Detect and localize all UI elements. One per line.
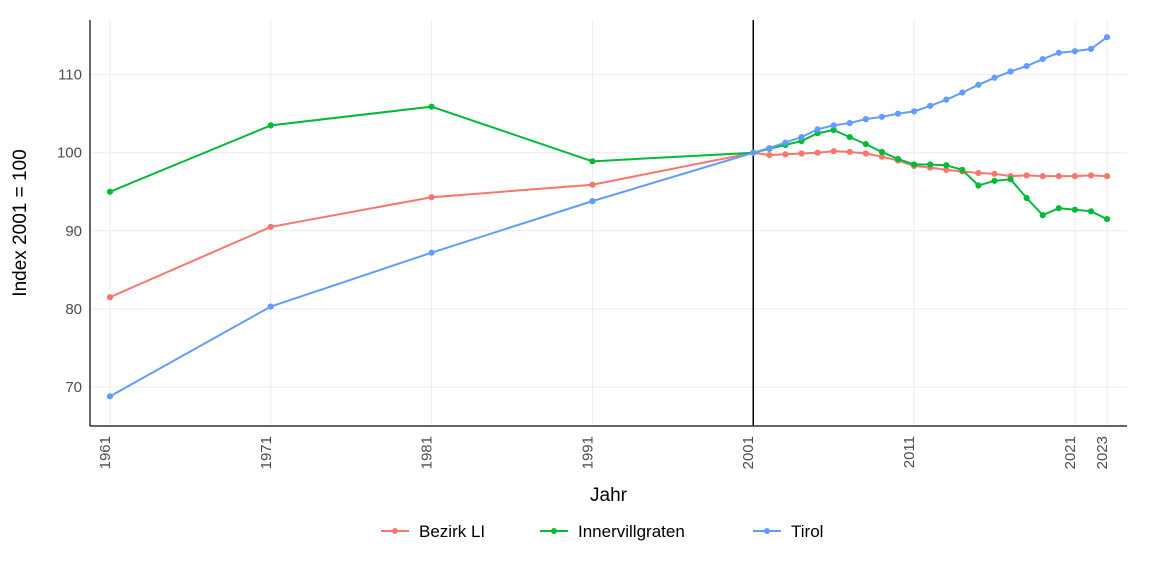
x-tick-label: 2023 xyxy=(1094,436,1111,469)
legend: Bezirk LI Innervillgraten Tirol xyxy=(381,522,823,541)
legend-item-innervillgraten: Innervillgraten xyxy=(540,522,685,541)
legend-label: Innervillgraten xyxy=(578,522,685,541)
legend-item-bezirk-li: Bezirk LI xyxy=(381,522,485,541)
y-tick-label: 100 xyxy=(57,145,82,162)
y-tick-label: 80 xyxy=(65,301,82,318)
x-tick-label: 1961 xyxy=(97,436,114,469)
x-tick-label: 1991 xyxy=(579,436,596,469)
plot-panel xyxy=(90,20,1127,426)
legend-item-tirol: Tirol xyxy=(753,522,823,541)
x-tick-label: 2021 xyxy=(1062,436,1079,469)
legend-label: Tirol xyxy=(791,522,823,541)
x-axis-title: Jahr xyxy=(590,485,628,506)
chart-container: 70 80 90 100 110 1961 1971 1981 1991 2001 2011 202… xyxy=(0,0,1152,576)
x-tick-label: 1971 xyxy=(258,436,275,469)
x-tick-label: 1981 xyxy=(419,436,436,469)
x-tick-label: 2011 xyxy=(901,436,918,468)
y-tick-labels: 70 80 90 100 110 xyxy=(57,67,82,396)
y-axis-title: Index 2001 = 100 xyxy=(10,149,31,296)
y-tick-label: 90 xyxy=(65,223,82,240)
legend-label: Bezirk LI xyxy=(419,522,485,541)
x-tick-label: 2001 xyxy=(740,436,757,469)
x-tick-labels: 1961 1971 1981 1991 2001 2011 2021 2023 xyxy=(97,436,1111,469)
line-chart: 70 80 90 100 110 1961 1971 1981 1991 2001 2011 202… xyxy=(0,0,1152,576)
y-tick-label: 110 xyxy=(58,67,82,84)
y-tick-label: 70 xyxy=(65,379,82,396)
